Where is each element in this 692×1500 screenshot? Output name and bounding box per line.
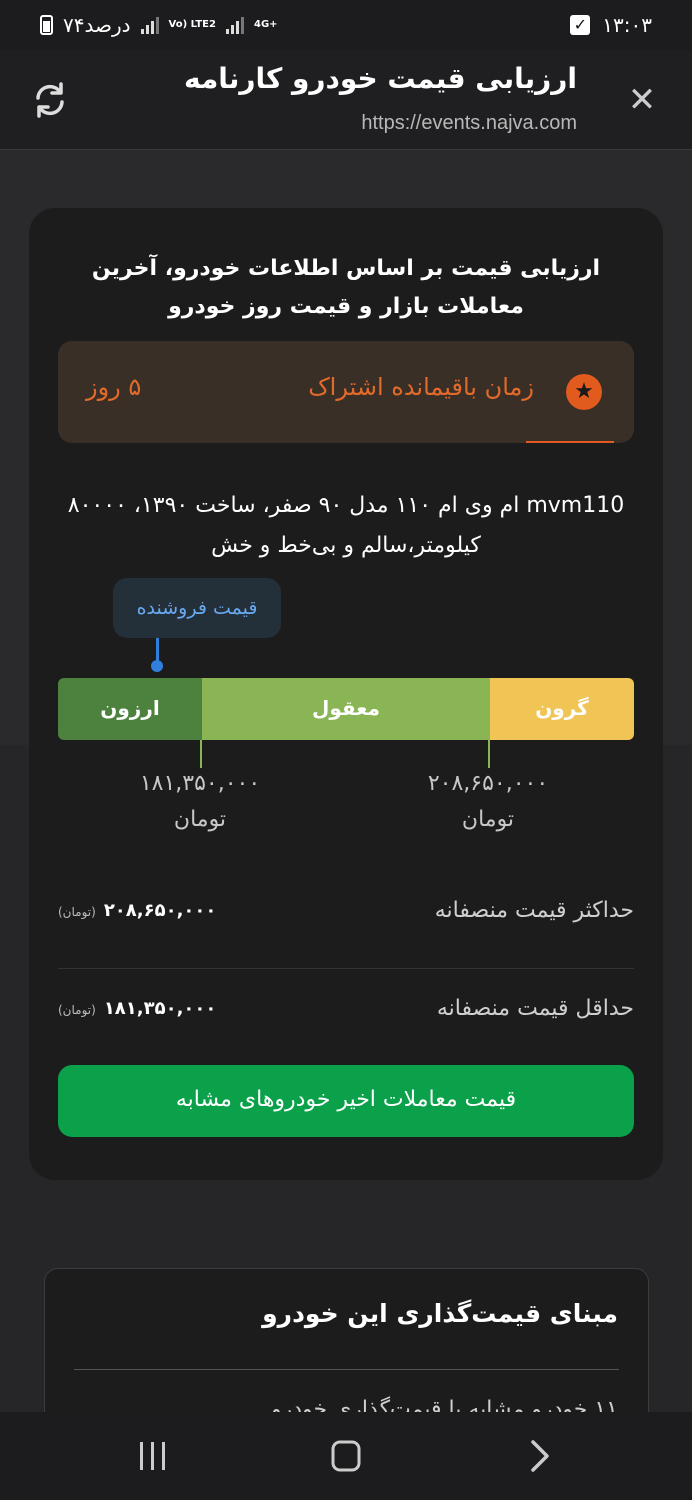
lte-label: Vo) LTE2 bbox=[168, 19, 216, 30]
high-tick bbox=[488, 740, 490, 768]
price-range-bar: ارزون معقول گرون bbox=[58, 678, 634, 740]
segment-cheap: ارزون bbox=[58, 678, 202, 740]
signal-icon bbox=[140, 16, 159, 34]
status-time: ۱۳:۰۳ bbox=[602, 13, 652, 37]
min-fair-value: ۱۸۱,۳۵۰,۰۰۰ bbox=[103, 998, 217, 1019]
low-currency: تومان bbox=[173, 807, 227, 832]
max-fair-unit: (تومان) bbox=[58, 905, 96, 919]
status-right: ✓ ۱۳:۰۳ bbox=[570, 13, 652, 37]
signal-icon-2 bbox=[225, 16, 244, 34]
high-price-label: ۲۰۸,۶۵۰,۰۰۰ تومان bbox=[388, 768, 588, 840]
pricing-basis-title: مبنای قیمت‌گذاری این خودرو bbox=[262, 1299, 618, 1328]
subscription-label: زمان باقیمانده اشتراک bbox=[308, 373, 534, 401]
star-icon: ★ bbox=[566, 374, 602, 410]
car-description: mvm110 ام وی ام ۱۱۰ مدل ۹۰ صفر، ساخت ۱۳۹… bbox=[67, 493, 625, 558]
page-title: ارزیابی قیمت خودرو کارنامه bbox=[183, 62, 577, 95]
browser-header: ارزیابی قیمت خودرو کارنامه https://event… bbox=[0, 50, 692, 150]
min-fair-price-row: حداقل قیمت منصفانه ۱۸۱,۳۵۰,۰۰۰ (تومان) bbox=[58, 984, 634, 1046]
min-fair-unit: (تومان) bbox=[58, 1003, 96, 1017]
high-currency: تومان bbox=[461, 807, 515, 832]
status-bar: ۷۴درصد Vo) LTE2 4G+ ✓ ۱۳:۰۳ bbox=[0, 0, 692, 50]
page-url: https://events.najva.com bbox=[361, 112, 577, 134]
low-tick bbox=[200, 740, 202, 768]
battery-icon bbox=[40, 15, 53, 35]
low-price: ۱۸۱,۳۵۰,۰۰۰ bbox=[139, 771, 261, 796]
status-left: ۷۴درصد Vo) LTE2 4G+ bbox=[40, 13, 278, 37]
subscription-underline bbox=[526, 441, 614, 443]
segment-expensive: گرون bbox=[490, 678, 634, 740]
seller-price-tooltip: قیمت فروشنده bbox=[113, 578, 281, 638]
subscription-value: ۵ روز bbox=[86, 373, 142, 401]
close-icon[interactable]: ✕ bbox=[622, 78, 662, 122]
subscription-box: ★ زمان باقیمانده اشتراک ۵ روز bbox=[58, 341, 634, 443]
seller-pin-dot bbox=[151, 660, 163, 672]
back-icon[interactable] bbox=[515, 1434, 565, 1478]
max-fair-label: حداکثر قیمت منصفانه bbox=[434, 898, 634, 923]
min-fair-value-wrap: ۱۸۱,۳۵۰,۰۰۰ (تومان) bbox=[58, 998, 216, 1019]
recent-transactions-button[interactable]: قیمت معاملات اخیر خودروهای مشابه bbox=[58, 1065, 634, 1137]
max-fair-value-wrap: ۲۰۸,۶۵۰,۰۰۰ (تومان) bbox=[58, 900, 216, 921]
price-evaluation-card: ارزیابی قیمت بر اساس اطلاعات خودرو، آخری… bbox=[29, 208, 663, 1180]
system-nav-bar bbox=[0, 1412, 692, 1500]
refresh-icon[interactable] bbox=[28, 78, 72, 122]
pricing-basis-divider bbox=[74, 1369, 619, 1370]
intro-text: ارزیابی قیمت بر اساس اطلاعات خودرو، آخری… bbox=[91, 256, 601, 319]
min-fair-label: حداقل قیمت منصفانه bbox=[436, 996, 634, 1021]
max-fair-price-row: حداکثر قیمت منصفانه ۲۰۸,۶۵۰,۰۰۰ (تومان) bbox=[58, 886, 634, 948]
max-fair-value: ۲۰۸,۶۵۰,۰۰۰ bbox=[103, 900, 217, 921]
notification-check-icon: ✓ bbox=[570, 15, 591, 35]
high-price: ۲۰۸,۶۵۰,۰۰۰ bbox=[427, 771, 549, 796]
low-price-label: ۱۸۱,۳۵۰,۰۰۰ تومان bbox=[100, 768, 300, 840]
segment-fair: معقول bbox=[202, 678, 490, 740]
home-icon[interactable] bbox=[321, 1434, 371, 1478]
network-type: 4G+ bbox=[253, 19, 278, 30]
battery-level: ۷۴درصد bbox=[63, 13, 131, 37]
recents-icon[interactable] bbox=[128, 1434, 178, 1478]
row-divider bbox=[58, 968, 634, 969]
